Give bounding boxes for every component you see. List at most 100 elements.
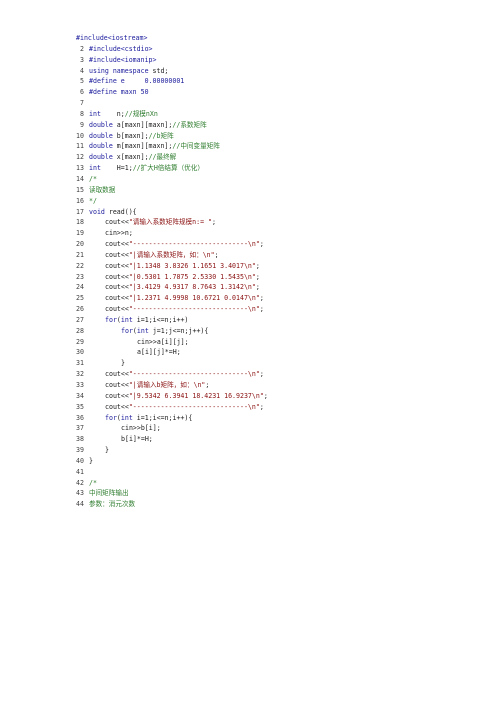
code-line: 3 #include<iomanip> — [0, 55, 496, 66]
code-text: cout<<"-----------------------------\n"; — [89, 239, 264, 250]
line-number: 3 — [80, 55, 84, 64]
code-text: cout<<"|请输入系数矩阵，如：\n"; — [89, 250, 219, 261]
code-text: cout<<"|请输入b矩阵，如：\n"; — [89, 380, 209, 391]
code-token: "|1.2371 4.9998 10.6721 0.0147\n" — [128, 294, 260, 303]
code-text: for(int i=1;i<=n;i++) — [89, 315, 188, 326]
code-token: std; — [148, 66, 169, 75]
code-line: 17 void read(){ — [0, 207, 496, 218]
code-token: 读取数据 — [89, 185, 116, 194]
line-number: 11 — [76, 142, 84, 151]
code-token: "|1.1348 3.8326 1.1651 3.4017\n" — [128, 261, 256, 270]
code-line: 28 for(int j=1;j<=n;j++){ — [0, 326, 496, 337]
code-token: int — [136, 326, 149, 335]
line-number: 29 — [76, 337, 84, 346]
code-line: 25 cout<<"|1.2371 4.9998 10.6721 0.0147\n… — [0, 293, 496, 304]
code-line: 38 b[i]*=H; — [0, 434, 496, 445]
line-number: 8 — [80, 109, 84, 118]
code-token: read(){ — [104, 207, 137, 216]
code-token: ; — [255, 272, 260, 281]
line-number: 36 — [76, 413, 84, 422]
code-line: 15 读取数据 — [0, 185, 496, 196]
code-token: 中间矩阵输出 — [89, 489, 129, 498]
code-text: cout<<"-----------------------------\n"; — [89, 304, 264, 315]
code-token: int — [89, 164, 101, 173]
code-text: */ — [89, 196, 97, 207]
code-text: #define maxn 50 — [89, 87, 149, 98]
code-line: 2 #include<cstdio> — [0, 44, 496, 55]
code-token: ; — [263, 391, 268, 400]
line-number: 14 — [76, 174, 84, 183]
code-line: 31} — [0, 358, 496, 369]
code-text: cout<<"|1.1348 3.8326 1.1651 3.4017\n"; — [89, 261, 260, 272]
code-token: cin>>b[i]; — [121, 424, 161, 433]
code-token: ; — [259, 240, 264, 249]
code-line: 32 cout<<"-----------------------------\n… — [0, 369, 496, 380]
code-text: } — [89, 358, 125, 369]
code-token: cout<< — [105, 370, 129, 379]
code-token: "|0.5301 1.7875 2.5330 1.5435\n" — [128, 272, 256, 281]
code-line: 29 cin>>a[i][j]; — [0, 337, 496, 348]
code-listing: #include<iostream> 2 #include<cstdio> 3 #inc… — [0, 33, 496, 510]
code-token: cout<< — [105, 305, 129, 314]
code-token: "|3.4129 4.9317 8.7643 1.3142\n" — [128, 283, 256, 292]
code-token: //规模nXn — [124, 109, 158, 118]
code-line: 37 cin>>b[i]; — [0, 423, 496, 434]
line-number: 17 — [76, 207, 84, 216]
code-token: int — [120, 315, 133, 324]
code-line: 36 for(int i=1;i<=n;i++){ — [0, 413, 496, 424]
code-line: 33 cout<<"|请输入b矩阵，如：\n"; — [0, 380, 496, 391]
code-line: 11 double m[maxn][maxn];//中间变量矩阵 — [0, 141, 496, 152]
code-token: } — [121, 359, 125, 368]
code-line: 8 int n;//规模nXn — [0, 109, 496, 120]
line-number: 6 — [80, 88, 84, 97]
line-number: 5 — [80, 77, 84, 86]
code-token: ; — [255, 283, 260, 292]
code-line: 23 cout<<"|0.5301 1.7875 2.5330 1.5435\n"… — [0, 272, 496, 283]
line-number: 9 — [80, 120, 84, 129]
code-line: 13 int H=1;//扩大H倍结算（优化） — [0, 163, 496, 174]
line-number: 28 — [76, 326, 84, 335]
code-text: cout<<"|1.2371 4.9998 10.6721 0.0147\n"; — [89, 293, 264, 304]
line-number: 39 — [76, 446, 84, 455]
line-number: 37 — [76, 424, 84, 433]
line-number: 18 — [76, 218, 84, 227]
line-number: 23 — [76, 272, 84, 281]
code-line: 14 /* — [0, 174, 496, 185]
code-token: m[maxn][maxn]; — [112, 142, 173, 151]
code-token: cout<< — [105, 402, 129, 411]
code-token: "|9.5342 6.3941 18.4231 16.9237\n" — [128, 391, 264, 400]
code-text: int H=1;//扩大H倍结算（优化） — [89, 163, 204, 174]
code-token: i=1;i<=n;i++) — [132, 315, 189, 324]
code-token: for — [121, 326, 133, 335]
code-token: cin>>n; — [105, 229, 133, 238]
code-line: 7 — [0, 98, 496, 109]
line-number: 33 — [76, 381, 84, 389]
code-token: "-----------------------------\n" — [128, 305, 260, 314]
code-line: 39} — [0, 445, 496, 456]
code-token: cout<< — [105, 240, 129, 249]
code-token: double — [89, 153, 113, 162]
code-text: b[i]*=H; — [89, 434, 153, 445]
line-number: 15 — [76, 185, 84, 194]
code-line: 22 cout<<"|1.1348 3.8326 1.1651 3.4017\n"… — [0, 261, 496, 272]
code-text: cout<<"|0.5301 1.7875 2.5330 1.5435\n"; — [89, 272, 260, 283]
code-text: #define e 0.00000001 — [89, 76, 184, 87]
code-token: ; — [212, 218, 216, 227]
line-number: 38 — [76, 435, 84, 444]
code-line: 9 double a[maxn][maxn];//系数矩阵 — [0, 120, 496, 131]
document-page: #include<iostream> 2 #include<cstdio> 3 #inc… — [0, 0, 496, 702]
code-token: for — [105, 315, 117, 324]
code-token: #include<iostream> — [76, 34, 148, 42]
code-token: b[i]*=H; — [121, 435, 153, 444]
code-token: cout<< — [105, 294, 129, 303]
line-number: 35 — [76, 402, 84, 411]
code-token: /* — [89, 174, 97, 183]
code-line: #include<iostream> — [0, 33, 496, 44]
line-number: 13 — [76, 164, 84, 173]
code-token: #include<iomanip> — [89, 55, 157, 64]
code-text: cout<<"|3.4129 4.9317 8.7643 1.3142\n"; — [89, 282, 260, 293]
line-number: 25 — [76, 294, 84, 303]
line-number: 41 — [76, 467, 84, 476]
code-text: #include<iomanip> — [89, 55, 157, 66]
code-token: } — [105, 446, 109, 455]
